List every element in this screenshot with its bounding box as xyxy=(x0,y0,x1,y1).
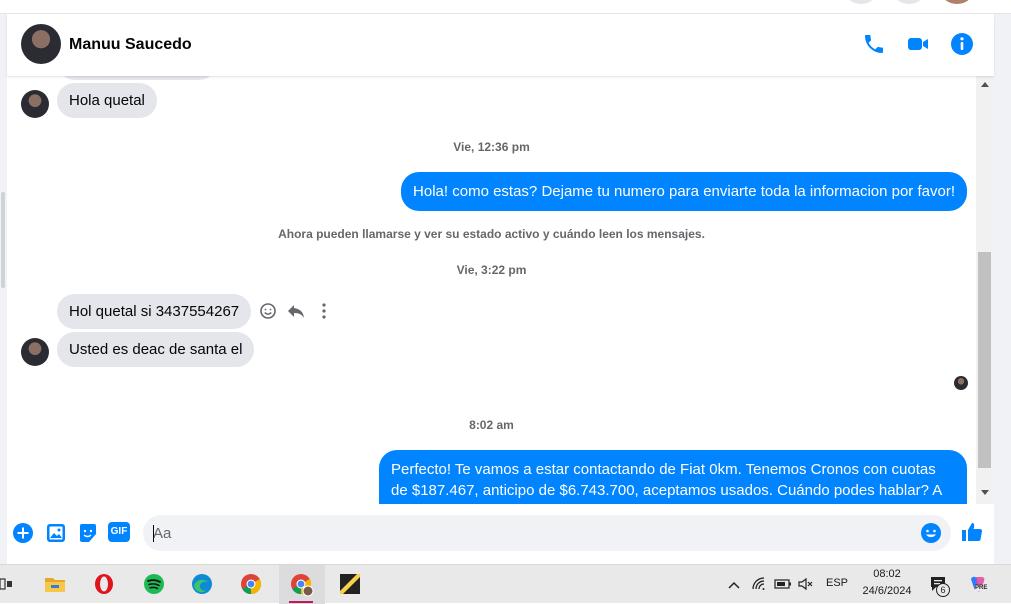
text-caret xyxy=(153,525,154,542)
clock-time[interactable]: 08:02 xyxy=(870,568,904,580)
contact-name[interactable]: Manuu Saucedo xyxy=(69,36,192,54)
right-gutter xyxy=(994,14,1011,564)
top-round-button[interactable] xyxy=(894,0,924,4)
reply-icon[interactable] xyxy=(286,301,306,321)
incoming-message[interactable]: Hola quetal xyxy=(57,83,157,118)
info-icon[interactable] xyxy=(950,32,974,56)
opera-icon[interactable] xyxy=(91,571,117,597)
top-avatar[interactable] xyxy=(942,0,972,4)
outgoing-message[interactable]: Hola! como estas? Dejame tu numero para … xyxy=(401,172,967,211)
task-view-icon[interactable] xyxy=(0,571,14,597)
copilot-icon[interactable] xyxy=(967,573,989,595)
timestamp: Vie, 12:36 pm xyxy=(453,140,530,154)
spotify-icon[interactable] xyxy=(141,571,167,597)
message-list: Hola quetal Vie, 12:36 pm Hola! como est… xyxy=(7,76,976,504)
chat-header: Manuu Saucedo xyxy=(7,14,994,76)
battery-icon[interactable] xyxy=(774,577,792,591)
top-round-button[interactable] xyxy=(846,0,876,4)
wifi-icon[interactable] xyxy=(751,576,767,592)
sticky-notes-icon[interactable] xyxy=(337,571,363,597)
contact-avatar[interactable] xyxy=(21,24,61,64)
image-icon[interactable] xyxy=(45,522,67,544)
chat-scrollbar[interactable] xyxy=(976,76,994,504)
outgoing-message[interactable]: Perfecto! Te vamos a estar contactando d… xyxy=(379,450,967,504)
incoming-message[interactable]: Usted es deac de santa el xyxy=(57,332,255,367)
left-scroll-gutter xyxy=(0,14,7,564)
scroll-thumb[interactable] xyxy=(978,252,991,468)
thumbs-up-icon[interactable] xyxy=(960,520,984,544)
timestamp: 8:02 am xyxy=(469,418,514,432)
scroll-up-arrow[interactable] xyxy=(981,82,989,87)
language-indicator[interactable]: ESP xyxy=(826,577,848,589)
more-options-icon[interactable] xyxy=(314,301,334,321)
message-input[interactable] xyxy=(143,515,951,551)
clock-date[interactable]: 24/6/2024 xyxy=(856,585,918,597)
seen-receipt-avatar xyxy=(954,376,968,390)
os-taskbar: ESP 08:02 24/6/2024 6 PRE xyxy=(0,564,1011,604)
message-avatar[interactable] xyxy=(21,338,49,366)
phone-icon[interactable] xyxy=(862,32,886,56)
chevron-up-icon[interactable] xyxy=(727,579,741,591)
timestamp: Vie, 3:22 pm xyxy=(456,263,527,277)
chrome-profile-icon[interactable] xyxy=(288,571,314,597)
emoji-icon[interactable] xyxy=(920,522,942,544)
video-camera-icon[interactable] xyxy=(906,32,930,56)
react-emoji-icon[interactable] xyxy=(258,301,278,321)
message-composer: GIF xyxy=(7,504,994,562)
window-top-strip xyxy=(0,0,1011,14)
scroll-down-arrow[interactable] xyxy=(981,490,989,495)
chrome-icon[interactable] xyxy=(238,571,264,597)
system-notice: Ahora pueden llamarse y ver su estado ac… xyxy=(278,227,705,241)
sticker-icon[interactable] xyxy=(77,522,99,544)
volume-muted-icon[interactable] xyxy=(797,576,813,592)
left-scroll-thumb[interactable] xyxy=(1,192,5,288)
edge-icon[interactable] xyxy=(189,571,215,597)
plus-icon[interactable] xyxy=(12,522,34,544)
file-explorer-icon[interactable] xyxy=(42,571,68,597)
copilot-preview-badge: PRE xyxy=(975,585,988,591)
message-avatar[interactable] xyxy=(21,90,49,118)
notification-count-badge: 6 xyxy=(936,583,950,597)
previous-message-bubble xyxy=(57,76,217,80)
incoming-message[interactable]: Hol quetal si 3437554267 xyxy=(57,294,252,329)
gif-icon[interactable]: GIF xyxy=(108,522,130,542)
